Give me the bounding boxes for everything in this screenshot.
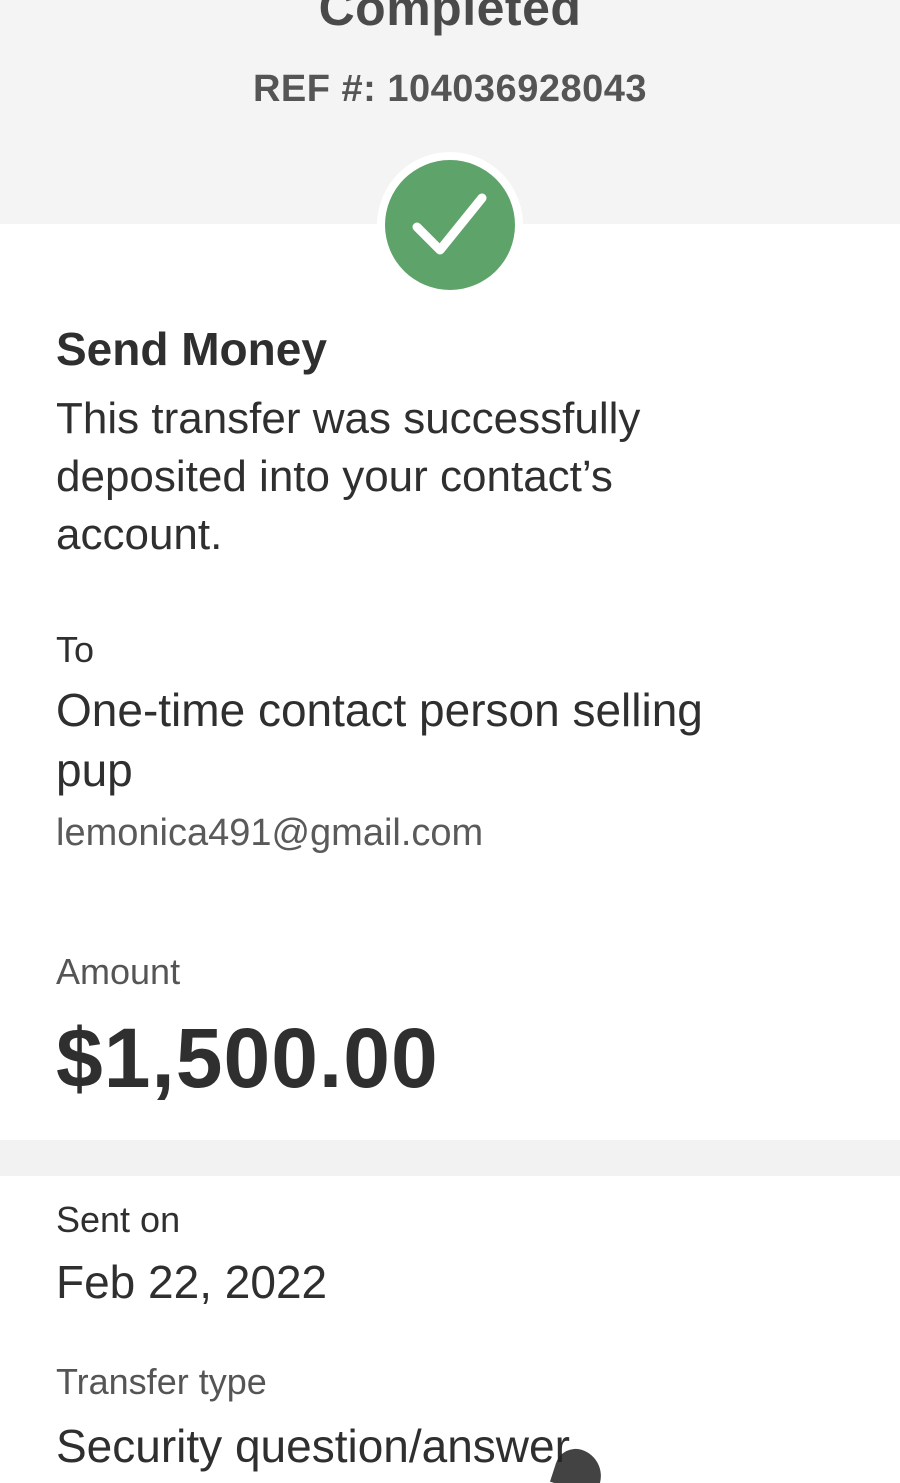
sent-on-label: Sent on (56, 1199, 181, 1240)
success-message: This transfer was successfully deposited… (56, 394, 641, 559)
amount-label: Amount (56, 951, 181, 992)
recipient-name: One-time contact person selling pup (56, 684, 703, 796)
section-divider (0, 1140, 900, 1176)
success-badge (377, 152, 523, 298)
to-label: To (56, 629, 95, 670)
transfer-type-label: Transfer type (56, 1361, 267, 1402)
checkmark-icon (385, 160, 515, 290)
sent-on-value: Feb 22, 2022 (56, 1256, 328, 1308)
transfer-confirmation-screen: Completed REF #: 104036928043 Send Money… (0, 0, 900, 1483)
amount-value: $1,500.00 (56, 1011, 439, 1105)
transfer-type-value: Security question/answer (56, 1420, 570, 1472)
status-title: Completed (318, 0, 582, 36)
reference-number: REF #: 104036928043 (252, 68, 647, 110)
transfer-heading: Send Money (56, 323, 327, 375)
recipient-email: lemonica491@gmail.com (56, 812, 484, 854)
